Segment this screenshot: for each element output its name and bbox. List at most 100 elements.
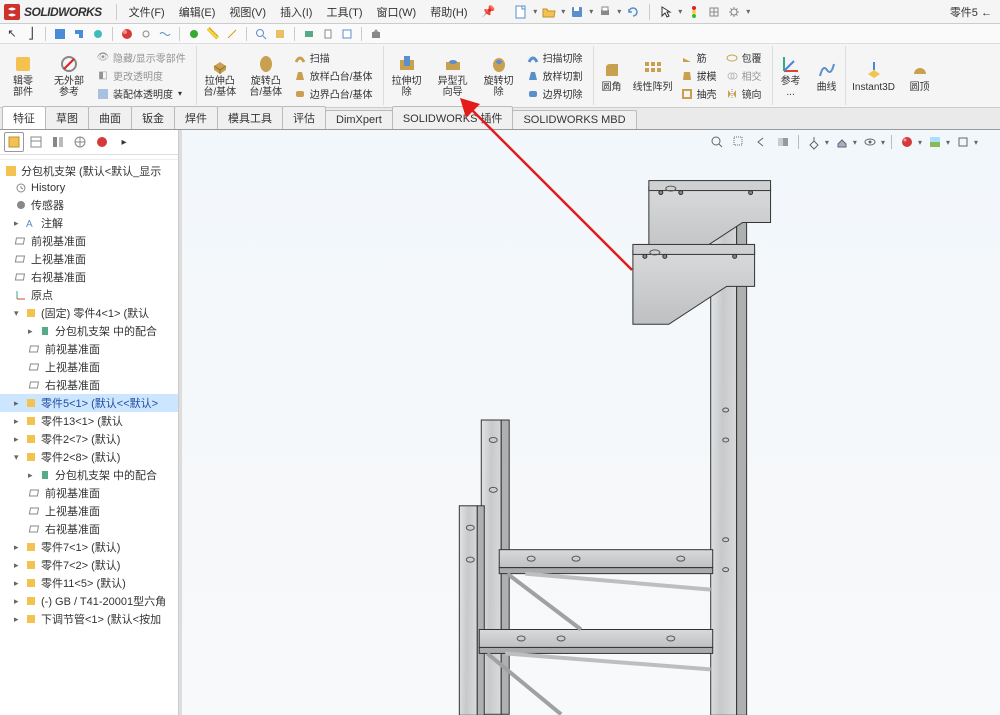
select-icon[interactable] — [658, 4, 674, 20]
preview-icon[interactable] — [301, 26, 317, 42]
edit-part-button[interactable]: 辑零 部件 — [0, 46, 46, 105]
tab-dimxpert[interactable]: DimXpert — [325, 110, 393, 129]
menu-file[interactable]: 文件(F) — [123, 2, 171, 22]
config-tab[interactable] — [48, 132, 68, 152]
intersect-button[interactable]: 相交 — [721, 67, 766, 84]
tree-part13[interactable]: ▸零件13<1> (默认 — [0, 412, 178, 430]
tab-weldment[interactable]: 焊件 — [174, 106, 218, 129]
save-icon[interactable] — [569, 4, 585, 20]
tree-annotations[interactable]: ▸A注解 — [0, 214, 178, 232]
doc-icon[interactable] — [320, 26, 336, 42]
tree-origin[interactable]: 原点 — [0, 286, 178, 304]
menu-pin-icon[interactable]: 📌 — [482, 5, 496, 18]
tree-m-right2[interactable]: 右视基准面 — [0, 520, 178, 538]
tab-sw-mbd[interactable]: SOLIDWORKS MBD — [512, 110, 636, 129]
green-dot-icon[interactable] — [186, 26, 202, 42]
tree-m-right1[interactable]: 右视基准面 — [0, 376, 178, 394]
more-tab[interactable]: ▸ — [114, 132, 134, 152]
tree-m-front2[interactable]: 前视基准面 — [0, 484, 178, 502]
tree-m-top2[interactable]: 上视基准面 — [0, 502, 178, 520]
ruler-icon[interactable]: 📏 — [205, 26, 221, 42]
open-icon[interactable] — [541, 4, 557, 20]
transparency-button[interactable]: ◧更改透明度 — [92, 67, 190, 84]
sweep-cut-button[interactable]: 扫描切除 — [522, 49, 587, 66]
cyan-dot-icon[interactable] — [90, 26, 106, 42]
print-icon[interactable] — [597, 4, 613, 20]
rib-button[interactable]: 筋 — [676, 49, 721, 66]
tab-features[interactable]: 特征 — [2, 106, 46, 129]
extrude-button[interactable]: 拉伸凸 台/基体 — [197, 46, 243, 105]
dim-icon[interactable] — [224, 26, 240, 42]
sheet-icon[interactable] — [339, 26, 355, 42]
tree-part5[interactable]: ▸零件5<1> (默认<<默认> — [0, 394, 178, 412]
instant3d-button[interactable]: Instant3D — [846, 46, 902, 105]
shell-button[interactable]: 抽壳 — [676, 85, 721, 102]
tree-part11-5[interactable]: ▸零件11<5> (默认) — [0, 574, 178, 592]
gear-sm-icon[interactable] — [138, 26, 154, 42]
tab-sheetmetal[interactable]: 钣金 — [131, 106, 175, 129]
ext-cut-button[interactable]: 拉伸切 除 — [384, 46, 430, 105]
tab-surface[interactable]: 曲面 — [88, 106, 132, 129]
line-icon[interactable]: ⎦ — [23, 26, 39, 42]
tree-m-top1[interactable]: 上视基准面 — [0, 358, 178, 376]
viewport[interactable]: ▾ ▾ ▾ ▾ ▾ ▾ — [182, 130, 1000, 715]
new-doc-icon[interactable] — [513, 4, 529, 20]
loft-cut-button[interactable]: 放样切割 — [522, 67, 587, 84]
tree-right-plane[interactable]: 右视基准面 — [0, 268, 178, 286]
ext-ref-button[interactable]: 无外部 参考 — [46, 46, 92, 105]
fm-tree-tab[interactable] — [4, 132, 24, 152]
tree-mates-1[interactable]: ▸分包机支架 中的配合 — [0, 322, 178, 340]
tree-part7-2[interactable]: ▸零件7<2> (默认) — [0, 556, 178, 574]
traffic-light-icon[interactable] — [686, 4, 702, 20]
tree-mates-2[interactable]: ▸分包机支架 中的配合 — [0, 466, 178, 484]
bnd-cut-button[interactable]: 边界切除 — [522, 85, 587, 102]
tree-part4[interactable]: ▾(固定) 零件4<1> (默认 — [0, 304, 178, 322]
undo-redo-icon[interactable] — [625, 4, 641, 20]
blue-box-icon[interactable] — [52, 26, 68, 42]
draft-button[interactable]: 拔模 — [676, 67, 721, 84]
display-tab[interactable] — [70, 132, 90, 152]
hide-show-button[interactable]: 👁隐藏/显示零部件 — [92, 49, 190, 66]
prop-mgr-tab[interactable] — [26, 132, 46, 152]
asm-transparency-button[interactable]: 装配体透明度▾ — [92, 85, 190, 102]
menu-view[interactable]: 视图(V) — [223, 2, 272, 22]
loft-button[interactable]: 放样凸台/基体 — [289, 67, 377, 84]
rebuild-icon[interactable] — [706, 4, 722, 20]
boundary-button[interactable]: 边界凸台/基体 — [289, 85, 377, 102]
menu-tools[interactable]: 工具(T) — [320, 2, 368, 22]
tree-gb-nut[interactable]: ▸(-) GB / T41-20001型六角 — [0, 592, 178, 610]
tree-m-front1[interactable]: 前视基准面 — [0, 340, 178, 358]
tab-sketch[interactable]: 草图 — [45, 106, 89, 129]
hole-wizard-button[interactable]: 异型孔 向导 — [430, 46, 476, 105]
revolve-button[interactable]: 旋转凸 台/基体 — [243, 46, 289, 105]
tree-history[interactable]: History — [0, 180, 178, 196]
appearance-tab[interactable] — [92, 132, 112, 152]
options-icon[interactable] — [726, 4, 742, 20]
ref-geo-button[interactable]: 参考 ... — [773, 46, 809, 105]
red-sphere-icon[interactable] — [119, 26, 135, 42]
linear-pattern-button[interactable]: 线性阵列 — [630, 46, 676, 105]
rev-cut-button[interactable]: 旋转切 除 — [476, 46, 522, 105]
tree-front-plane[interactable]: 前视基准面 — [0, 232, 178, 250]
wave-icon[interactable] — [157, 26, 173, 42]
section-icon[interactable] — [272, 26, 288, 42]
blue-shape-icon[interactable] — [71, 26, 87, 42]
wrap-button[interactable]: 包覆 — [721, 49, 766, 66]
tree-root[interactable]: 分包机支架 (默认<默认_显示 — [0, 162, 178, 180]
export-icon[interactable] — [368, 26, 384, 42]
menu-insert[interactable]: 插入(I) — [274, 2, 318, 22]
dome-button[interactable]: 圆顶 — [902, 46, 938, 105]
fillet-button[interactable]: 圆角 — [594, 46, 630, 105]
menu-window[interactable]: 窗口(W) — [371, 2, 423, 22]
sweep-button[interactable]: 扫描 — [289, 49, 377, 66]
tree-part2-8[interactable]: ▾零件2<8> (默认) — [0, 448, 178, 466]
tab-sw-addins[interactable]: SOLIDWORKS 插件 — [392, 106, 514, 129]
cursor-icon[interactable]: ↖ — [4, 26, 20, 42]
magnify-icon[interactable] — [253, 26, 269, 42]
tree-sensors[interactable]: 传感器 — [0, 196, 178, 214]
mirror-button[interactable]: 镜向 — [721, 85, 766, 102]
tree-top-plane[interactable]: 上视基准面 — [0, 250, 178, 268]
tree-tube[interactable]: ▸下调节管<1> (默认<按加 — [0, 610, 178, 628]
tree-part7-1[interactable]: ▸零件7<1> (默认) — [0, 538, 178, 556]
tab-evaluate[interactable]: 评估 — [282, 106, 326, 129]
